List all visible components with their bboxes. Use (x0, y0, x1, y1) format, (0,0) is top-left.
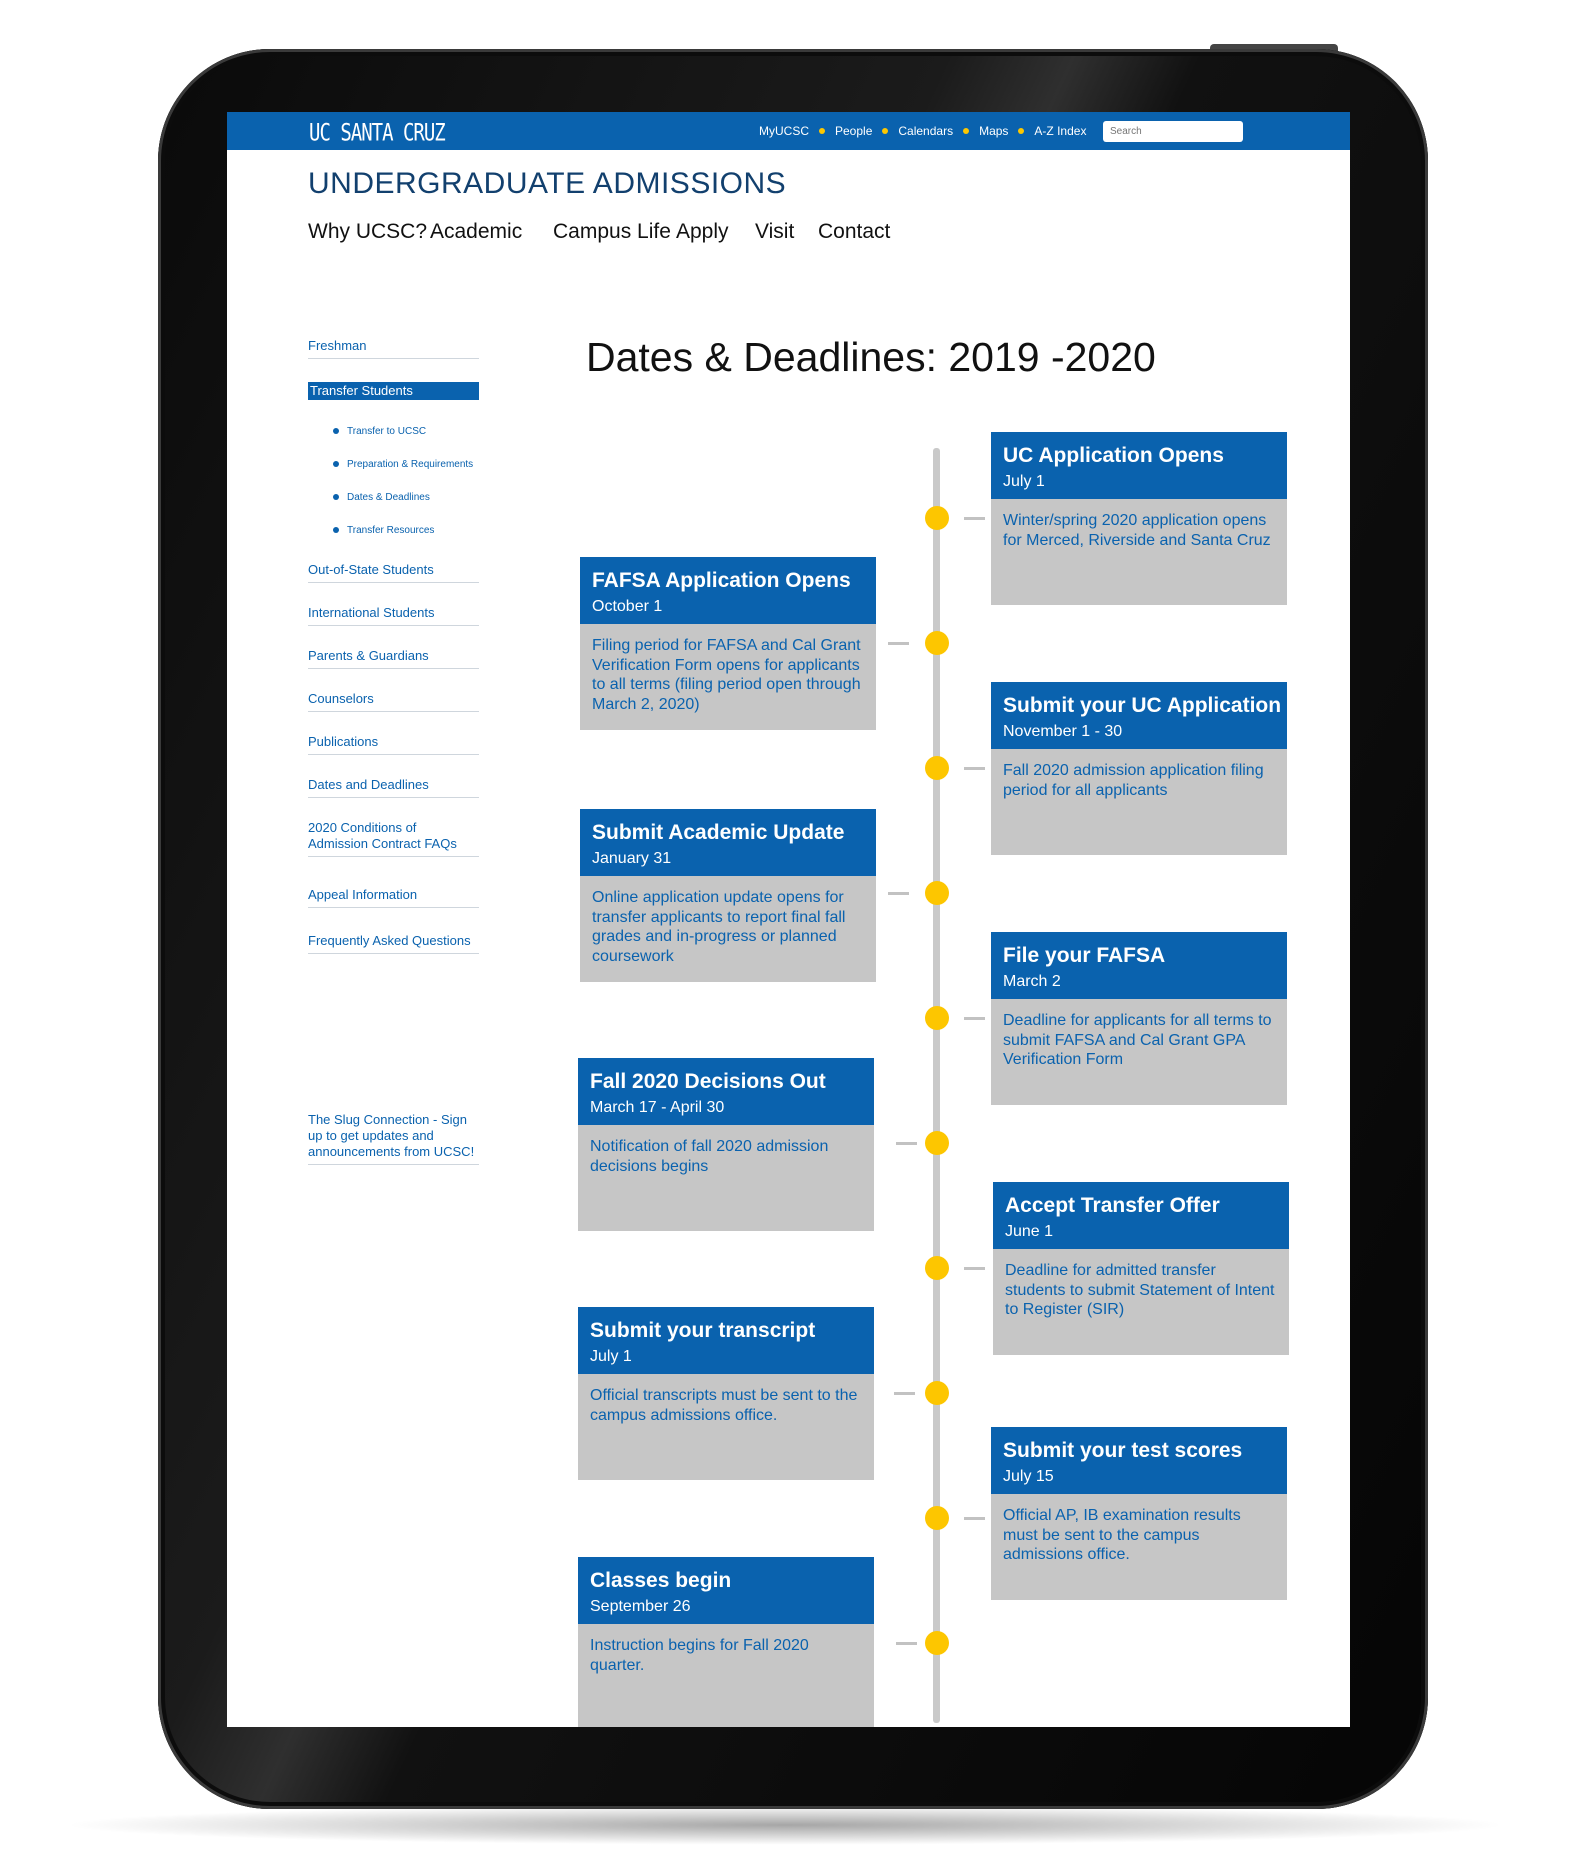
timeline-connector (888, 642, 909, 645)
sidebar-item-conditions-faqs[interactable]: 2020 Conditions of Admission Contract FA… (308, 820, 479, 857)
timeline-dot-icon (925, 506, 949, 530)
sidebar-item-dates-and-deadlines[interactable]: Dates and Deadlines (308, 777, 479, 798)
ucsc-logo[interactable]: UC SANTA CRUZ (309, 119, 446, 147)
timeline-card: FAFSA Application Opens October 1 Filing … (580, 557, 876, 730)
card-date: June 1 (1005, 1223, 1054, 1240)
sidebar-item-parents[interactable]: Parents & Guardians (308, 648, 479, 669)
separator-dot-icon (882, 128, 889, 134)
timeline-card: Fall 2020 Decisions Out March 17 - April … (578, 1058, 874, 1231)
card-date: July 1 (1003, 473, 1045, 490)
timeline-dot-icon (925, 631, 949, 655)
card-date: July 15 (1003, 1468, 1054, 1485)
card-title: Submit your UC Application (1003, 694, 1282, 717)
card-date: January 31 (592, 850, 672, 867)
top-bar: UC SANTA CRUZ MyUCSC People Calendars Ma… (227, 112, 1350, 150)
card-title: Accept Transfer Offer (1005, 1194, 1220, 1217)
nav-campus-life[interactable]: Campus Life (553, 220, 671, 244)
card-title: Submit Academic Update (592, 821, 845, 844)
card-description: Official transcripts must be sent to the… (590, 1387, 858, 1424)
sidebar-item-counselors[interactable]: Counselors (308, 691, 479, 712)
card-description: Instruction begins for Fall 2020 quarter… (590, 1637, 809, 1674)
sidebar-slug-connection[interactable]: The Slug Connection - Sign up to get upd… (308, 1112, 479, 1165)
timeline-connector (964, 1517, 985, 1520)
sidebar-item-appeal[interactable]: Appeal Information (308, 887, 479, 908)
timeline-dot-icon (925, 756, 949, 780)
card-date: July 1 (590, 1348, 632, 1365)
timeline-dot-icon (925, 1631, 949, 1655)
sidebar-item-faq[interactable]: Frequently Asked Questions (308, 933, 479, 954)
link-myucsc[interactable]: MyUCSC (759, 124, 809, 138)
timeline-connector (964, 1267, 985, 1270)
nav-why-ucsc[interactable]: Why UCSC? (308, 220, 427, 244)
sidebar-item-freshman[interactable]: Freshman (308, 338, 479, 359)
nav-contact[interactable]: Contact (818, 220, 890, 244)
card-date: November 1 - 30 (1003, 723, 1123, 740)
link-calendars[interactable]: Calendars (898, 124, 953, 138)
search-input[interactable] (1103, 121, 1243, 142)
card-date: March 17 - April 30 (590, 1099, 725, 1116)
sidebar-subitem-transfer-to-ucsc[interactable]: Transfer to UCSC (333, 426, 426, 437)
separator-dot-icon (1018, 128, 1025, 134)
nav-visit[interactable]: Visit (755, 220, 794, 244)
timeline-dot-icon (925, 1506, 949, 1530)
timeline-connector (964, 767, 985, 770)
timeline-card: Submit your test scores July 15 Official … (991, 1427, 1287, 1600)
card-description: Official AP, IB examination results must… (1003, 1507, 1241, 1563)
card-title: Submit your transcript (590, 1319, 816, 1342)
timeline-connector (894, 1392, 915, 1395)
timeline-card: Submit Academic Update January 31 Online … (580, 809, 876, 982)
card-description: Deadline for admitted transfer students … (1005, 1262, 1275, 1318)
card-title: UC Application Opens (1003, 444, 1224, 467)
card-title: Classes begin (590, 1569, 732, 1592)
page-title: Dates & Deadlines: 2019 -2020 (586, 334, 1156, 380)
site-title[interactable]: UNDERGRADUATE ADMISSIONS (308, 167, 786, 201)
card-date: September 26 (590, 1598, 691, 1615)
nav-academic[interactable]: Academic (430, 220, 522, 244)
card-description: Notification of fall 2020 admission deci… (590, 1138, 829, 1175)
sidebar-subitem-transfer-resources[interactable]: Transfer Resources (333, 525, 434, 536)
sidebar-item-transfer-students[interactable]: Transfer Students (308, 382, 479, 400)
timeline-card: Submit your UC Application November 1 - 3… (991, 682, 1287, 855)
timeline-card: Accept Transfer Offer June 1 Deadline for… (993, 1182, 1289, 1355)
sidebar-item-out-of-state[interactable]: Out-of-State Students (308, 562, 479, 583)
sidebar-item-international[interactable]: International Students (308, 605, 479, 626)
sidebar-subitem-dates-deadlines[interactable]: Dates & Deadlines (333, 492, 430, 503)
sidebar-item-publications[interactable]: Publications (308, 734, 479, 755)
separator-dot-icon (819, 128, 825, 134)
screen: UC SANTA CRUZ MyUCSC People Calendars Ma… (227, 112, 1350, 1727)
card-date: March 2 (1003, 973, 1061, 990)
timeline-connector (964, 1017, 985, 1020)
timeline-dot-icon (925, 881, 949, 905)
timeline-dot-icon (925, 1256, 949, 1280)
link-people[interactable]: People (835, 124, 872, 138)
timeline-dot-icon (925, 1381, 949, 1405)
nav-apply[interactable]: Apply (676, 220, 729, 244)
card-date: October 1 (592, 598, 663, 615)
link-maps[interactable]: Maps (979, 124, 1008, 138)
timeline-card: UC Application Opens July 1 Winter/spring… (991, 432, 1287, 605)
card-title: Submit your test scores (1003, 1439, 1243, 1462)
timeline-connector (896, 1142, 917, 1145)
timeline-card: File your FAFSA March 2 Deadline for appl… (991, 932, 1287, 1105)
device-shadow (60, 1805, 1510, 1845)
card-description: Filing period for FAFSA and Cal Grant Ve… (592, 637, 861, 713)
timeline-dot-icon (925, 1006, 949, 1030)
timeline-connector (964, 517, 985, 520)
card-title: File your FAFSA (1003, 944, 1166, 967)
timeline-card: Classes begin September 26 Instruction be… (578, 1557, 874, 1727)
card-title: FAFSA Application Opens (592, 569, 851, 592)
sidebar-subitem-preparation[interactable]: Preparation & Requirements (333, 459, 473, 470)
card-title: Fall 2020 Decisions Out (590, 1070, 826, 1093)
card-description: Fall 2020 admission application filing p… (1003, 762, 1264, 799)
card-description: Online application update opens for tran… (592, 889, 846, 965)
utility-links: MyUCSC People Calendars Maps A-Z Index (759, 112, 1086, 150)
card-description: Deadline for applicants for all terms to… (1003, 1012, 1272, 1068)
timeline-card: Submit your transcript July 1 Official tr… (578, 1307, 874, 1480)
timeline-connector (896, 1642, 917, 1645)
separator-dot-icon (963, 128, 970, 134)
link-az-index[interactable]: A-Z Index (1034, 124, 1086, 138)
timeline-dot-icon (925, 1131, 949, 1155)
timeline-connector (888, 892, 909, 895)
card-description: Winter/spring 2020 application opens for… (1003, 512, 1271, 549)
